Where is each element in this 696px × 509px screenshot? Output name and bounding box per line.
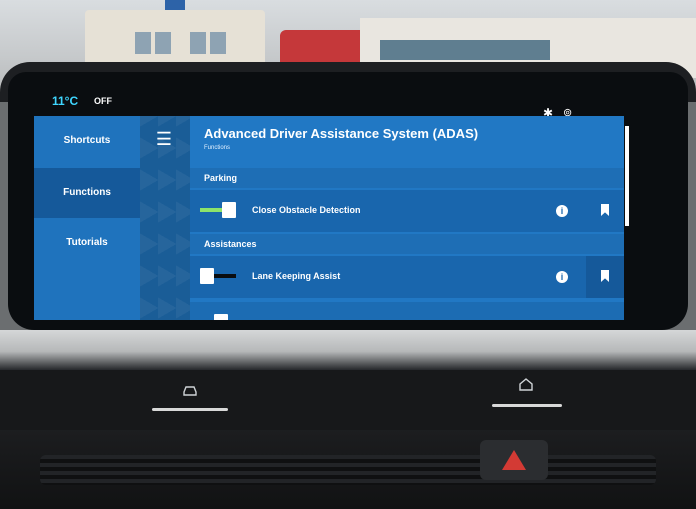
page-subtitle: Functions <box>204 145 231 151</box>
hardware-button-bar <box>0 370 696 430</box>
list-item-partial[interactable] <box>190 302 624 320</box>
bookmark-icon <box>601 204 609 216</box>
sidebar-item-shortcuts[interactable]: Shortcuts <box>34 116 140 166</box>
hazard-button[interactable] <box>480 440 548 480</box>
info-icon[interactable]: i <box>556 205 568 217</box>
close-obstacle-detection-toggle[interactable] <box>200 202 236 218</box>
infotainment-screen: 11°C OFF ✱ ⊚ Shortcuts Functions Tutoria… <box>8 72 688 330</box>
air-vent <box>40 455 656 485</box>
ac-status[interactable]: OFF <box>94 96 112 106</box>
list-item-close-obstacle-detection[interactable]: Close Obstacle Detection i <box>190 190 624 232</box>
car-icon[interactable] <box>158 384 222 398</box>
scrollbar[interactable] <box>625 126 629 226</box>
adas-panel: Advanced Driver Assistance System (ADAS)… <box>190 116 624 320</box>
home-icon[interactable] <box>494 378 558 392</box>
row-label: Lane Keeping Assist <box>252 271 341 281</box>
lane-keeping-assist-toggle[interactable] <box>200 268 236 284</box>
sidebar: Shortcuts Functions Tutorials <box>34 116 140 320</box>
building <box>85 10 265 70</box>
menu-column: ☰ <box>140 116 190 320</box>
hazard-icon <box>502 450 526 470</box>
home-button-indicator <box>492 404 562 407</box>
hamburger-menu-icon[interactable]: ☰ <box>150 126 178 152</box>
favorite-button[interactable] <box>586 256 624 298</box>
page-title: Advanced Driver Assistance System (ADAS) <box>204 126 479 141</box>
section-header-assistances: Assistances <box>190 234 624 254</box>
temperature-readout[interactable]: 11°C <box>52 94 78 108</box>
list-item-lane-keeping-assist[interactable]: Lane Keeping Assist i <box>190 256 624 298</box>
sidebar-item-functions[interactable]: Functions <box>34 168 140 218</box>
status-bar: 11°C OFF ✱ ⊚ <box>8 72 688 120</box>
sidebar-item-tutorials[interactable]: Tutorials <box>34 218 140 268</box>
bookmark-icon <box>601 270 609 282</box>
info-icon[interactable]: i <box>556 271 568 283</box>
toggle[interactable] <box>200 314 236 320</box>
row-label: Close Obstacle Detection <box>252 205 361 215</box>
section-header-parking: Parking <box>190 168 624 188</box>
favorite-button[interactable] <box>586 190 624 232</box>
car-button-indicator <box>152 408 228 411</box>
